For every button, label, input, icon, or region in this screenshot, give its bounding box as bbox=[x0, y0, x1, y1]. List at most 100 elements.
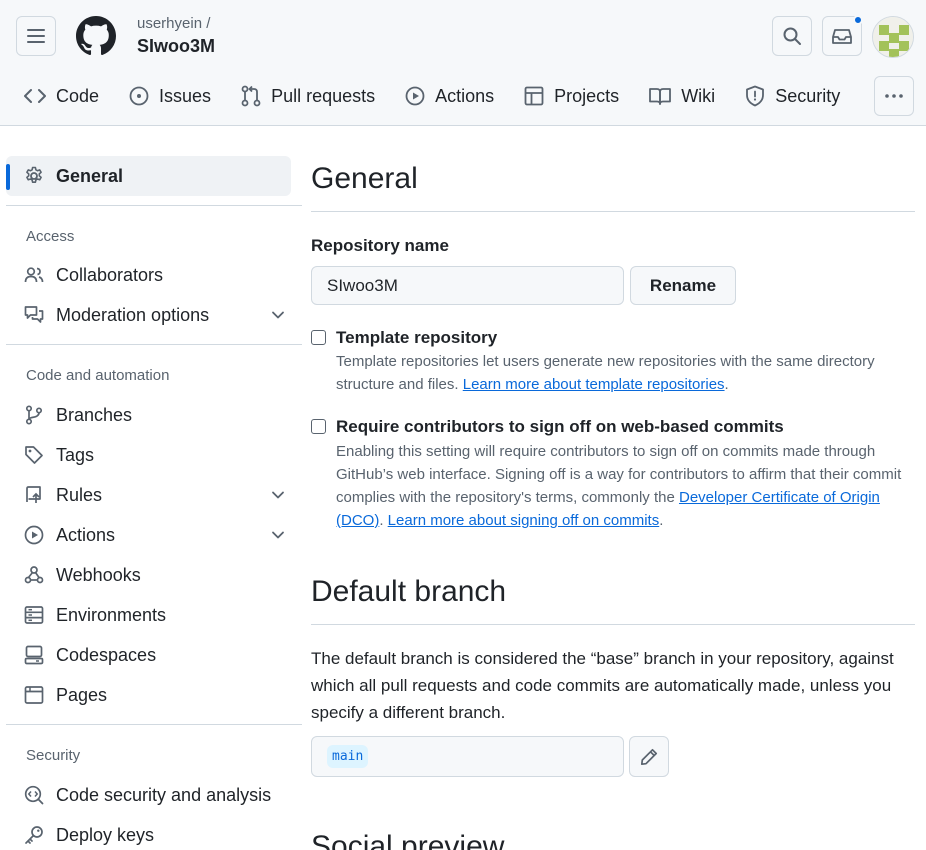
repo-name-link[interactable]: SIwoo3M bbox=[137, 36, 215, 57]
repo-header: userhyein / SIwoo3M Code Issues Pull req… bbox=[0, 0, 926, 126]
default-branch-field: main bbox=[311, 736, 624, 777]
repo-push-icon bbox=[26, 486, 41, 503]
play-icon bbox=[24, 525, 44, 545]
server-icon bbox=[24, 606, 44, 624]
key-icon bbox=[25, 826, 43, 844]
social-preview-title: Social preview bbox=[311, 830, 505, 850]
tab-wiki[interactable]: Wiki bbox=[640, 76, 724, 116]
tab-pull-requests[interactable]: Pull requests bbox=[232, 76, 384, 116]
repository-name-input[interactable]: SIwoo3M bbox=[311, 266, 624, 305]
inbox-button[interactable] bbox=[822, 15, 863, 56]
menu-button[interactable] bbox=[16, 16, 56, 56]
tab-label: Projects bbox=[554, 85, 620, 106]
code-icon bbox=[24, 89, 46, 103]
sidebar-item-label: General bbox=[56, 165, 124, 186]
sidebar-item-label: Moderation options bbox=[56, 304, 210, 325]
sidebar-item-label: Tags bbox=[56, 444, 95, 465]
sidebar-divider bbox=[6, 205, 302, 206]
shield-icon bbox=[746, 85, 765, 107]
sidebar-item-label: Codespaces bbox=[56, 644, 157, 665]
template-learn-more-link[interactable]: Learn more about template repositories bbox=[463, 376, 725, 393]
sidebar-item-collaborators[interactable]: Collaborators bbox=[24, 255, 286, 295]
repo-tabs: Code Issues Pull requests Actions Projec… bbox=[16, 76, 861, 116]
description-end: . bbox=[659, 512, 664, 529]
description-separator: . bbox=[379, 512, 384, 529]
more-tabs-button[interactable] bbox=[874, 76, 914, 116]
sidebar-item-label: Actions bbox=[56, 524, 116, 545]
inbox-icon bbox=[832, 29, 852, 44]
tab-label: Wiki bbox=[681, 85, 716, 106]
tab-issues[interactable]: Issues bbox=[120, 76, 220, 116]
signoff-checkbox[interactable] bbox=[311, 419, 326, 434]
sidebar-group-security: Security bbox=[26, 747, 81, 764]
tab-label: Pull requests bbox=[271, 85, 376, 106]
tab-actions[interactable]: Actions bbox=[396, 76, 503, 116]
rename-button[interactable]: Rename bbox=[630, 266, 736, 305]
default-branch-description: The default branch is considered the “ba… bbox=[311, 649, 894, 722]
table-icon bbox=[524, 86, 544, 106]
people-icon bbox=[24, 267, 44, 283]
sidebar-divider bbox=[6, 344, 302, 345]
sidebar-item-label: Code security and analysis bbox=[56, 784, 272, 805]
sidebar-item-actions[interactable]: Actions bbox=[24, 515, 286, 555]
sidebar-item-general[interactable]: General bbox=[24, 156, 286, 196]
gear-icon bbox=[26, 166, 42, 183]
tab-projects[interactable]: Projects bbox=[515, 76, 628, 116]
sidebar-item-environments[interactable]: Environments bbox=[24, 595, 286, 635]
tab-security[interactable]: Security bbox=[736, 76, 849, 116]
tab-label: Security bbox=[775, 85, 841, 106]
chevron-down-icon[interactable] bbox=[270, 487, 286, 503]
sidebar-item-rules[interactable]: Rules bbox=[24, 475, 286, 515]
default-branch-title: Default branch bbox=[311, 575, 507, 608]
book-icon bbox=[649, 88, 672, 105]
sidebar-item-webhooks[interactable]: Webhooks bbox=[24, 555, 286, 595]
sidebar-item-label: Pages bbox=[56, 684, 108, 705]
tab-label: Issues bbox=[159, 85, 212, 106]
signoff-description: Enabling this setting will require contr… bbox=[336, 440, 914, 532]
webhook-icon bbox=[24, 566, 44, 584]
active-item-indicator bbox=[6, 164, 10, 190]
signoff-learn-more-link[interactable]: Learn more about signing off on commits bbox=[388, 512, 660, 529]
sidebar-item-label: Webhooks bbox=[56, 564, 141, 585]
sidebar-item-deploy-keys[interactable]: Deploy keys bbox=[24, 815, 286, 850]
avatar[interactable] bbox=[872, 16, 914, 58]
tag-icon bbox=[25, 446, 43, 464]
sidebar-item-codespaces[interactable]: Codespaces bbox=[24, 635, 286, 675]
kebab-horizontal-icon bbox=[885, 94, 903, 98]
sidebar-item-label: Environments bbox=[56, 604, 167, 625]
play-icon bbox=[405, 86, 425, 106]
section-divider bbox=[311, 211, 915, 212]
codescan-icon bbox=[24, 785, 44, 805]
section-divider bbox=[311, 624, 915, 625]
tab-code[interactable]: Code bbox=[16, 76, 108, 116]
repo-owner-link[interactable]: userhyein / bbox=[137, 15, 210, 32]
sidebar-group-access: Access bbox=[26, 228, 75, 245]
branch-name-badge: main bbox=[327, 745, 369, 768]
pencil-icon bbox=[640, 748, 658, 765]
repository-name-label: Repository name bbox=[311, 236, 449, 255]
template-repository-label[interactable]: Template repository bbox=[336, 328, 497, 348]
browser-icon bbox=[24, 686, 44, 704]
template-repository-checkbox[interactable] bbox=[311, 330, 326, 345]
chevron-down-icon[interactable] bbox=[270, 527, 286, 543]
sidebar-item-tags[interactable]: Tags bbox=[24, 435, 286, 475]
sidebar-item-label: Branches bbox=[56, 404, 133, 425]
edit-default-branch-button[interactable] bbox=[629, 736, 669, 777]
tab-label: Actions bbox=[435, 85, 495, 106]
codespaces-icon bbox=[24, 645, 44, 665]
template-repository-description: Template repositories let users generate… bbox=[336, 350, 914, 396]
signoff-label[interactable]: Require contributors to sign off on web-… bbox=[336, 417, 784, 437]
sidebar-group-code-automation: Code and automation bbox=[26, 367, 170, 384]
sidebar-item-branches[interactable]: Branches bbox=[24, 395, 286, 435]
sidebar-item-code-security[interactable]: Code security and analysis bbox=[24, 775, 286, 815]
chevron-down-icon[interactable] bbox=[270, 307, 286, 323]
issue-opened-icon bbox=[129, 86, 149, 106]
git-branch-icon bbox=[25, 405, 43, 425]
search-button[interactable] bbox=[772, 16, 812, 56]
github-logo-icon[interactable] bbox=[76, 16, 116, 56]
sidebar-item-label: Deploy keys bbox=[56, 824, 155, 845]
hamburger-icon bbox=[27, 29, 45, 43]
sidebar-item-pages[interactable]: Pages bbox=[24, 675, 286, 715]
sidebar-item-moderation-options[interactable]: Moderation options bbox=[24, 295, 286, 335]
page-title: General bbox=[311, 162, 418, 195]
